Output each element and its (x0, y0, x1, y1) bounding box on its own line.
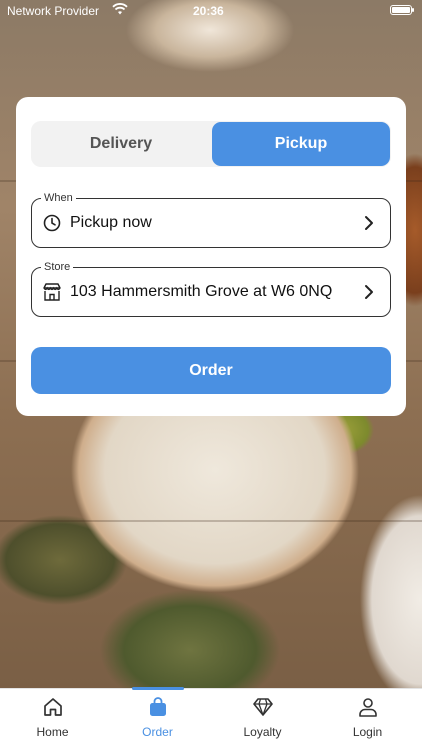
diamond-icon (253, 698, 273, 716)
tab-order-label: Order (142, 725, 173, 739)
store-value: 103 Hammersmith Grove at W6 0NQ (70, 283, 333, 300)
clock-icon (43, 214, 61, 232)
chevron-right-icon (365, 216, 373, 230)
wifi-icon (112, 3, 128, 15)
pickup-option[interactable]: Pickup (212, 122, 390, 166)
order-options-card: Delivery Pickup When Pickup now Store 10… (16, 97, 406, 416)
battery-icon (390, 5, 414, 15)
store-icon (43, 283, 61, 301)
store-field[interactable]: Store 103 Hammersmith Grove at W6 0NQ (31, 260, 391, 317)
when-field[interactable]: When Pickup now (31, 191, 391, 248)
fulfillment-mode-selector: Delivery Pickup (31, 121, 391, 167)
person-icon (359, 698, 377, 717)
when-legend: When (41, 191, 76, 205)
home-icon (44, 698, 62, 716)
when-value: Pickup now (70, 214, 152, 231)
tab-login[interactable]: Login (315, 689, 420, 750)
tab-home-label: Home (36, 725, 69, 739)
carrier-name: Network Provider (7, 4, 100, 18)
delivery-option[interactable]: Delivery (32, 122, 210, 166)
tab-loyalty[interactable]: Loyalty (210, 689, 315, 750)
chevron-right-icon (365, 285, 373, 299)
tab-home[interactable]: Home (0, 689, 105, 750)
order-button[interactable]: Order (31, 347, 391, 394)
tab-bar: Home Order Loyalty Login (0, 687, 422, 750)
tab-loyalty-label: Loyalty (243, 725, 282, 739)
clock-time: 20:36 (193, 4, 224, 18)
store-legend: Store (41, 260, 74, 274)
shopping-bag-icon (150, 697, 166, 716)
status-bar: Network Provider 20:36 (0, 0, 422, 22)
tab-login-label: Login (352, 725, 383, 739)
active-tab-indicator (132, 687, 184, 690)
tab-order[interactable]: Order (105, 687, 210, 750)
